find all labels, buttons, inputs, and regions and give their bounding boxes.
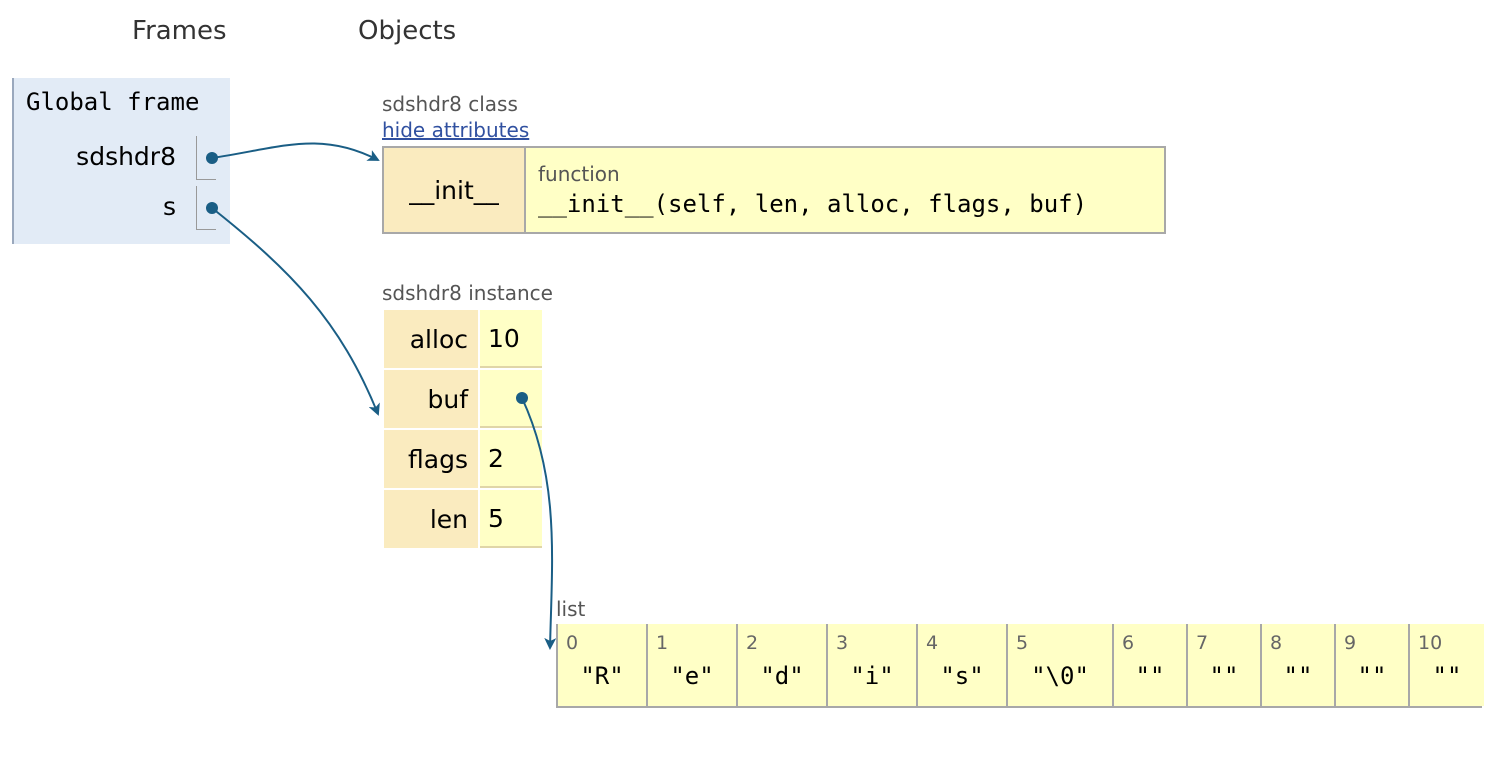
arrow-buf-to-list [521, 397, 557, 650]
pointer-dot-s [206, 202, 218, 214]
arrow-s-to-instance [211, 207, 380, 416]
reference-arrows [206, 142, 557, 650]
pointer-dot-sdshdr8 [206, 152, 218, 164]
pointer-dot-buf [516, 392, 528, 404]
arrow-sdshdr8-to-class [211, 142, 380, 161]
